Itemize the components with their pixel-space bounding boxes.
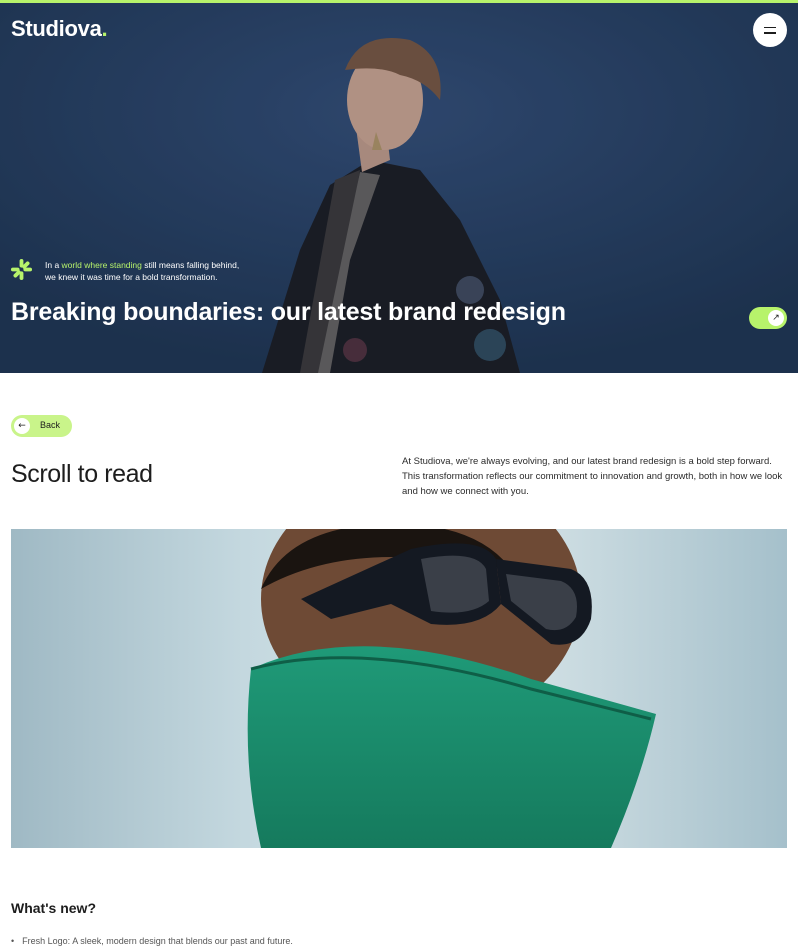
hero-intro-text: In a world where standing still means fa… [45, 259, 275, 283]
arrow-left-icon: ← [14, 418, 30, 434]
asterisk-icon [10, 258, 33, 281]
list-item: • Fresh Logo: A sleek, modern design that… [11, 936, 293, 946]
menu-button[interactable] [753, 13, 787, 47]
brand-dot: . [101, 16, 108, 41]
article-lead: At Studiova, we're always evolving, and … [402, 456, 783, 497]
intro-line-2: we knew it was time for a bold transform… [45, 272, 218, 282]
feature-photo [11, 529, 787, 848]
hero-arrow-button[interactable]: ↗ [749, 307, 787, 329]
list-item-text: Fresh Logo: A sleek, modern design that … [22, 936, 293, 946]
brand-logo[interactable]: Studiova. [11, 16, 108, 42]
intro-middle: still means falling behind, [141, 260, 240, 270]
bullet-marker: • [11, 936, 15, 946]
brand-name: Studiova [11, 16, 102, 41]
intro-prefix: In a [45, 260, 62, 270]
back-button[interactable]: ← Back [11, 415, 72, 437]
top-accent-bar [0, 0, 798, 3]
hamburger-icon-line-bottom [764, 32, 776, 34]
intro-highlight: world where standing [61, 260, 142, 270]
hero-banner: Studiova. In a world where standing stil… [0, 0, 798, 373]
arrow-up-right-icon: ↗ [768, 310, 784, 326]
hero-title: Breaking boundaries: our latest brand re… [11, 298, 566, 326]
hamburger-icon-line-top [764, 26, 776, 28]
whats-new-heading: What's new? [11, 900, 96, 916]
article-heading: Scroll to read [11, 460, 153, 488]
back-label: Back [40, 420, 61, 430]
feature-image [11, 529, 787, 848]
